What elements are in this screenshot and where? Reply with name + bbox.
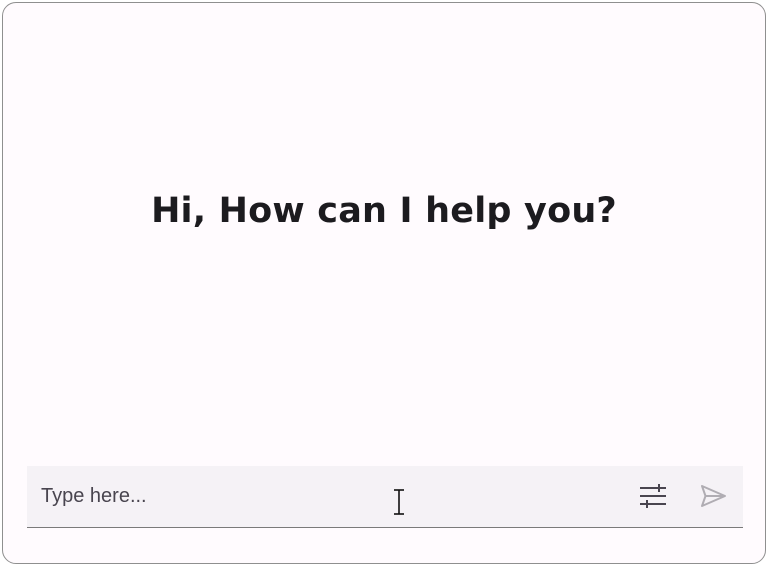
chat-window: Hi, How can I help you? — [2, 2, 766, 564]
send-icon — [701, 485, 726, 507]
greeting-heading: Hi, How can I help you? — [151, 191, 617, 231]
message-input[interactable] — [41, 466, 631, 527]
send-button[interactable] — [695, 478, 731, 514]
options-button[interactable] — [635, 478, 671, 514]
tune-sliders-icon — [640, 484, 666, 508]
text-cursor-icon — [394, 489, 404, 515]
message-composer — [27, 466, 743, 528]
